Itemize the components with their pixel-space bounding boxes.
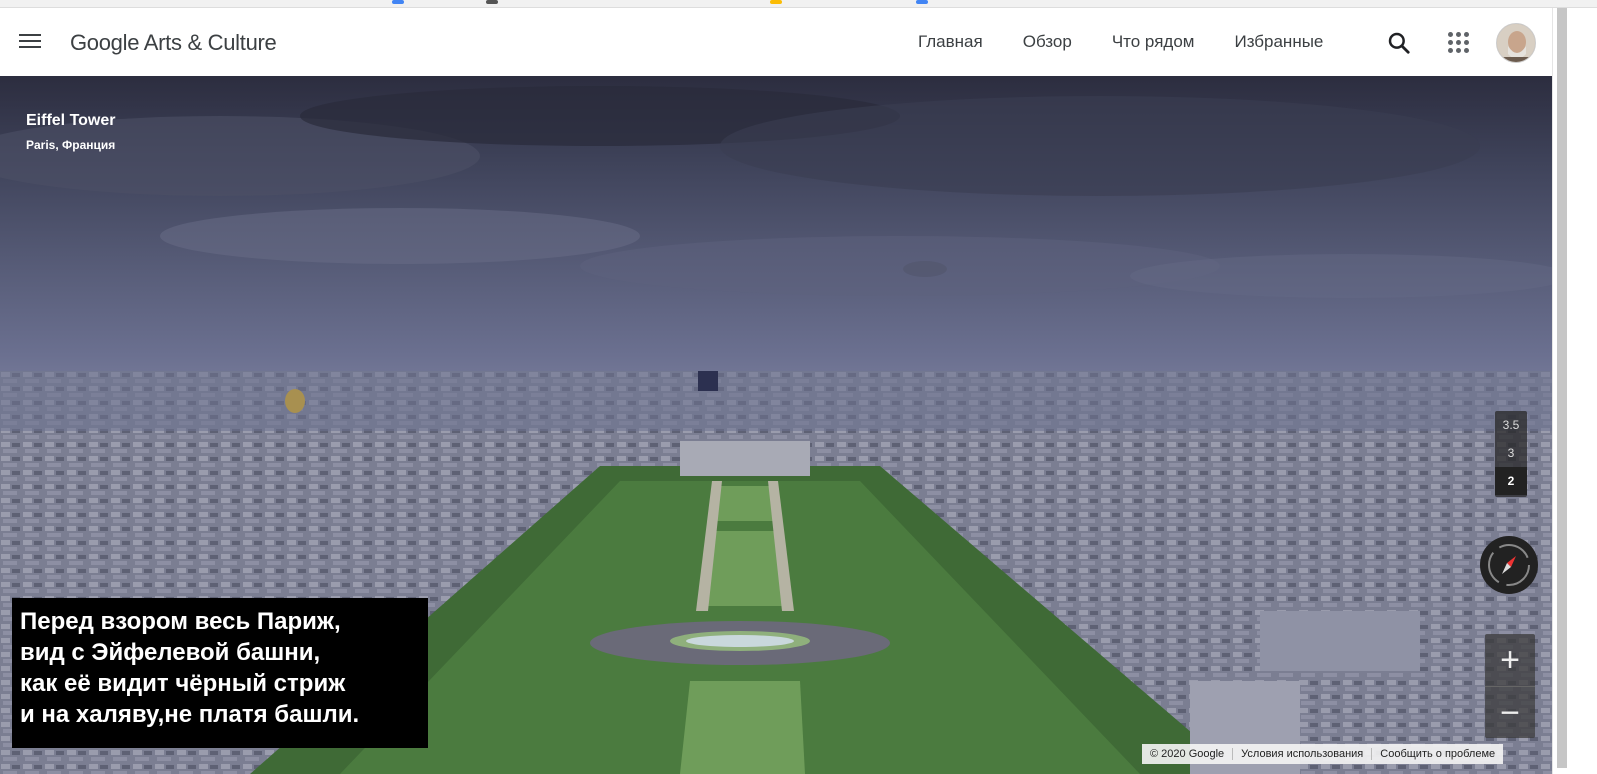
bookmark-icon[interactable] bbox=[770, 0, 782, 4]
apps-grid-icon[interactable] bbox=[1446, 30, 1470, 54]
bookmark-icon[interactable] bbox=[916, 0, 928, 4]
bookmark-icon[interactable] bbox=[392, 0, 404, 4]
place-subtitle: Paris, Франция bbox=[26, 138, 116, 152]
poem-caption: Перед взором весь Париж, вид с Эйфелевой… bbox=[12, 598, 428, 748]
report-problem-link[interactable]: Сообщить о проблеме bbox=[1372, 748, 1503, 760]
bookmark-icon[interactable] bbox=[486, 0, 498, 4]
floor-option-active[interactable]: 2 bbox=[1495, 467, 1527, 495]
zoom-controls: + − bbox=[1485, 634, 1535, 738]
main-nav: Главная Обзор Что рядом Избранные bbox=[918, 32, 1363, 52]
caption-line: и на халяву,не платя башли. bbox=[20, 701, 360, 728]
nav-home[interactable]: Главная bbox=[918, 32, 983, 52]
scrollbar-thumb[interactable] bbox=[1557, 8, 1567, 768]
copyright-text: © 2020 Google bbox=[1142, 748, 1234, 760]
page-scrollbar[interactable] bbox=[1552, 8, 1597, 774]
floor-option[interactable]: 3.5 bbox=[1495, 411, 1527, 439]
street-view-panorama[interactable]: Eiffel Tower Paris, Франция Перед взором… bbox=[0, 76, 1552, 774]
sky-clouds bbox=[0, 86, 1552, 298]
nav-nearby[interactable]: Что рядом bbox=[1112, 32, 1195, 52]
floor-selector: 3.5 3 2 bbox=[1495, 411, 1527, 497]
compass-icon[interactable] bbox=[1480, 536, 1538, 594]
caption-line: вид с Эйфелевой башни, bbox=[20, 639, 321, 666]
menu-icon[interactable] bbox=[18, 30, 44, 52]
site-header: Google Arts & Culture Главная Обзор Что … bbox=[0, 8, 1552, 76]
terms-link[interactable]: Условия использования bbox=[1233, 748, 1373, 760]
search-icon[interactable] bbox=[1386, 30, 1412, 56]
place-title: Eiffel Tower bbox=[26, 112, 116, 129]
map-attribution: © 2020 Google Условия использования Сооб… bbox=[1142, 744, 1504, 764]
floor-option[interactable]: 3 bbox=[1495, 439, 1527, 467]
caption-line: как её видит чёрный стриж bbox=[20, 670, 346, 697]
site-logo[interactable]: Google Arts & Culture bbox=[70, 30, 277, 56]
nav-favorites[interactable]: Избранные bbox=[1234, 32, 1323, 52]
browser-toolbar-strip bbox=[0, 0, 1597, 8]
zoom-out-button[interactable]: − bbox=[1485, 687, 1535, 739]
nav-explore[interactable]: Обзор bbox=[1023, 32, 1072, 52]
avatar[interactable] bbox=[1496, 23, 1536, 63]
caption-line: Перед взором весь Париж, bbox=[20, 608, 341, 635]
zoom-in-button[interactable]: + bbox=[1485, 634, 1535, 686]
